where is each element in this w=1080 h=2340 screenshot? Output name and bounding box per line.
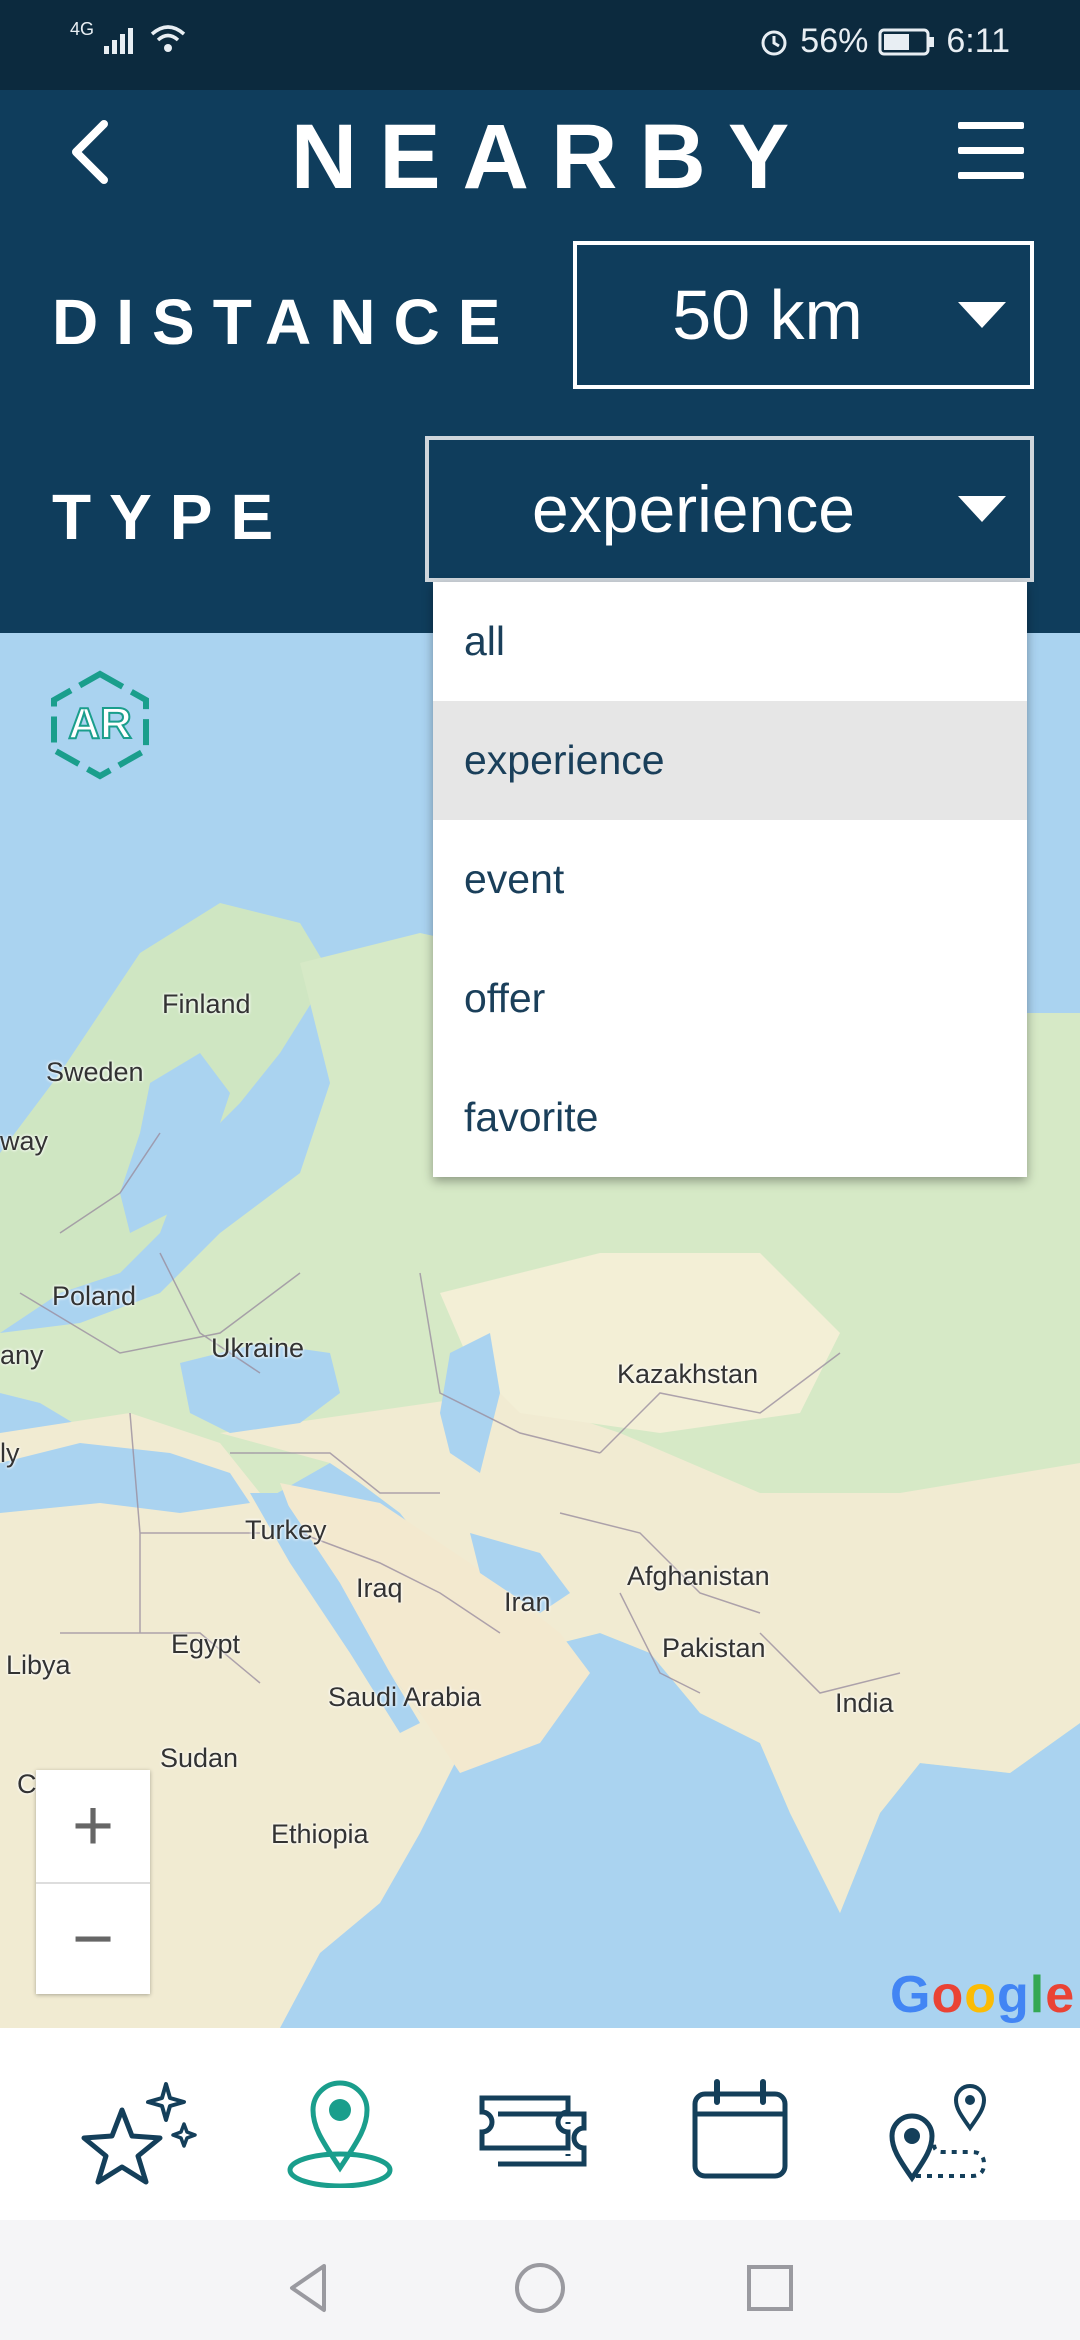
map-label-saudi-arabia: Saudi Arabia	[328, 1682, 482, 1712]
ar-button-label: AR	[68, 699, 132, 748]
hamburger-menu-icon[interactable]	[958, 122, 1024, 182]
signal-icon	[104, 28, 134, 54]
status-left: 4G	[70, 19, 186, 54]
map-label-india: India	[835, 1688, 894, 1718]
map-label-afghanistan: Afghanistan	[627, 1561, 770, 1591]
system-nav-bar	[0, 2220, 1080, 2340]
map-label-finland: Finland	[162, 989, 251, 1019]
recents-square-icon[interactable]	[740, 2258, 800, 2318]
route-icon[interactable]	[872, 2068, 1002, 2188]
map-pin-icon[interactable]	[275, 2068, 405, 2188]
bottom-nav	[0, 2028, 1080, 2220]
map-label-turkey: Turkey	[245, 1515, 327, 1545]
map-label-iraq: Iraq	[356, 1573, 403, 1603]
status-bar: 4G 56% 6:11	[0, 0, 1080, 90]
map-label-ethiopia: Ethiopia	[271, 1819, 369, 1849]
map-label-kazakhstan: Kazakhstan	[617, 1359, 759, 1389]
type-value: experience	[532, 472, 855, 546]
battery-percent: 56%	[800, 22, 869, 60]
google-logo: Google	[890, 1966, 1076, 2024]
type-label: TYPE	[52, 481, 292, 553]
ticket-icon[interactable]	[474, 2068, 604, 2188]
status-right: 56% 6:11	[758, 22, 1010, 61]
type-select[interactable]: experience	[425, 436, 1034, 582]
map-label-sweden: Sweden	[46, 1057, 144, 1087]
star-sparkle-icon[interactable]	[72, 2068, 202, 2188]
map-label-italy: ly	[0, 1438, 20, 1468]
dropdown-option-all[interactable]: all	[433, 582, 1027, 701]
zoom-controls: + −	[36, 1770, 150, 1994]
map-label-libya: Libya	[6, 1650, 71, 1680]
zoom-in-button[interactable]: +	[36, 1770, 150, 1882]
dropdown-option-offer[interactable]: offer	[433, 939, 1027, 1058]
zoom-out-button[interactable]: −	[36, 1882, 150, 1994]
map-label-norway: way	[0, 1126, 49, 1156]
page-title: NEARBY	[290, 106, 812, 208]
distance-select[interactable]: 50 km	[573, 241, 1034, 389]
calendar-icon[interactable]	[675, 2068, 805, 2188]
map-label-poland: Poland	[52, 1281, 137, 1311]
chevron-down-icon	[958, 496, 1006, 522]
chevron-down-icon	[958, 302, 1006, 328]
dropdown-option-event[interactable]: event	[433, 820, 1027, 939]
dropdown-option-experience[interactable]: experience	[433, 701, 1027, 820]
map-label-germany: any	[0, 1340, 44, 1370]
map-label-egypt: Egypt	[171, 1629, 241, 1659]
dropdown-option-favorite[interactable]: favorite	[433, 1058, 1027, 1177]
wifi-icon	[150, 25, 186, 52]
map-label-pakistan: Pakistan	[662, 1633, 766, 1663]
home-circle-icon[interactable]	[510, 2258, 570, 2318]
distance-label: DISTANCE	[52, 286, 519, 358]
ar-button[interactable]: AR	[48, 670, 152, 780]
map-label-iran: Iran	[504, 1587, 551, 1617]
alarm-icon	[761, 30, 787, 55]
battery-icon	[878, 28, 935, 55]
distance-value: 50 km	[672, 276, 863, 354]
type-dropdown-menu: all experience event offer favorite	[433, 582, 1027, 1177]
map-label-sudan: Sudan	[160, 1743, 239, 1773]
network-type: 4G	[70, 18, 95, 39]
back-triangle-icon[interactable]	[280, 2258, 340, 2318]
clock: 6:11	[946, 22, 1010, 60]
map-label-ukraine: Ukraine	[211, 1333, 305, 1363]
